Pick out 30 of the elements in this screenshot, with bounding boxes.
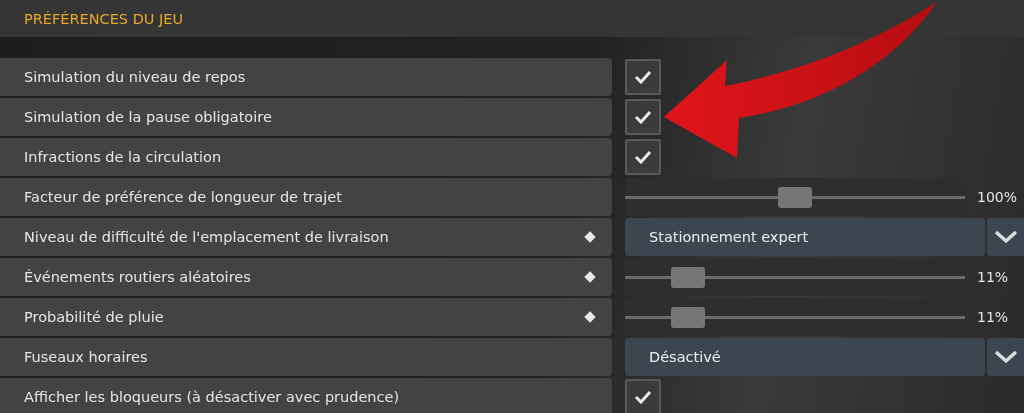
slider-thumb[interactable] (670, 307, 705, 328)
checkbox[interactable] (625, 99, 661, 135)
setting-label: Infractions de la circulation (24, 149, 222, 165)
dropdown-field[interactable]: Désactivé (625, 338, 985, 376)
chevron-down-icon (993, 350, 1018, 364)
setting-label: Simulation du niveau de repos (24, 69, 246, 85)
slider-value: 11% (977, 309, 1009, 325)
dropdown-button[interactable] (987, 338, 1024, 376)
setting-label: Simulation de la pause obligatoire (24, 109, 272, 125)
chevron-down-icon (993, 230, 1018, 244)
setting-label: Afficher les bloqueurs (à désactiver avec prudence) (24, 389, 400, 405)
slider-value: 11% (977, 269, 1009, 285)
setting-label: Événements routiers aléatoires (24, 269, 251, 285)
checkmark-icon (634, 70, 652, 84)
checkmark-icon (634, 390, 652, 404)
checkbox[interactable] (625, 59, 661, 95)
slider-thumb[interactable] (670, 267, 705, 288)
checkmark-icon (634, 110, 652, 124)
dropdown-field[interactable]: Stationnement expert (625, 218, 985, 256)
slider-value: 100% (977, 189, 1018, 205)
checkbox[interactable] (625, 139, 661, 175)
checkbox[interactable] (625, 379, 661, 413)
setting-label: Fuseaux horaires (24, 349, 148, 365)
setting-label: Facteur de préférence de longueur de trajet (24, 189, 342, 205)
dropdown-button[interactable] (987, 218, 1024, 256)
setting-label: Probabilité de pluie (24, 309, 164, 325)
checkmark-icon (634, 150, 652, 164)
section-title: PRÉFÉRENCES DU JEU (24, 10, 184, 27)
setting-label: Niveau de difficulté de l'emplacement de livraison (24, 229, 389, 245)
slider-thumb[interactable] (778, 187, 812, 208)
